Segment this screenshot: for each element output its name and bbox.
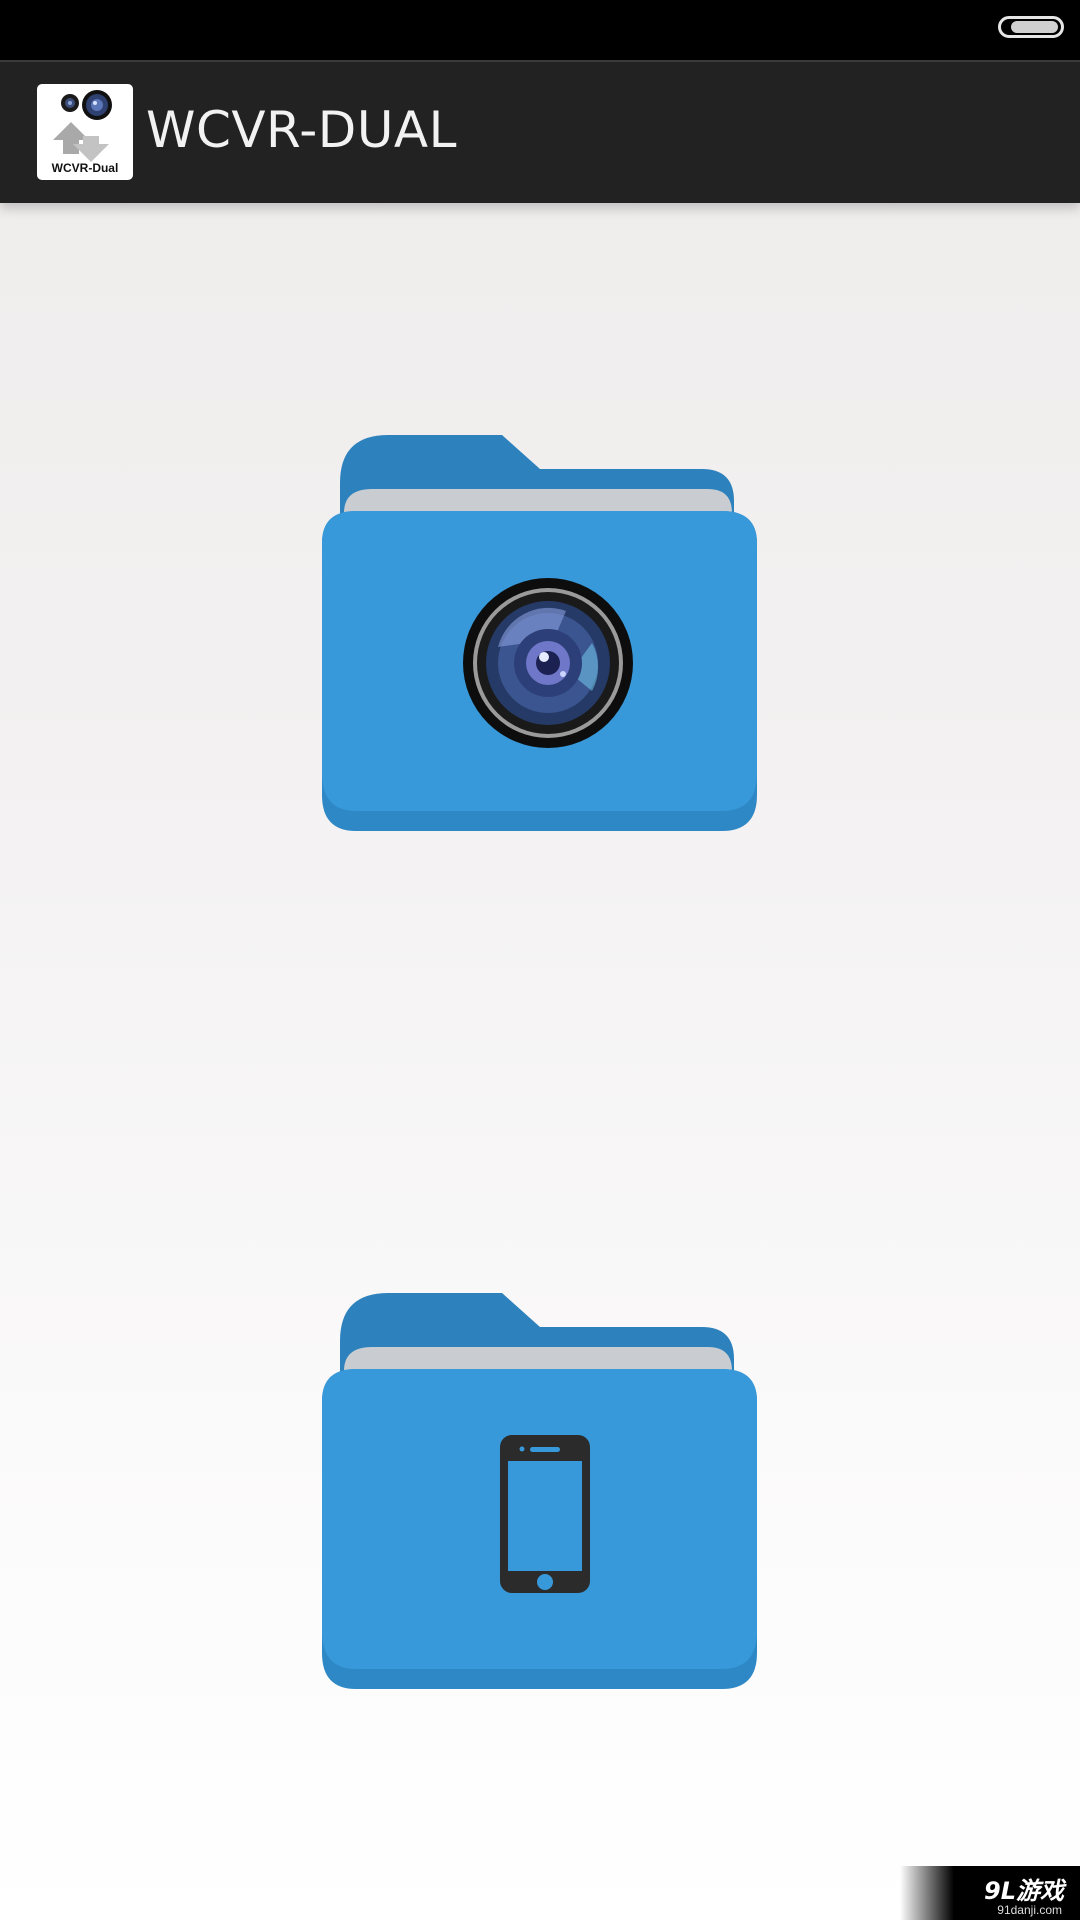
battery-icon [998, 16, 1064, 38]
smartphone-icon [500, 1435, 590, 1593]
app-icon-label: WCVR-Dual [51, 161, 119, 175]
camera-folder-button[interactable] [322, 433, 757, 833]
camera-lens-icon [463, 578, 633, 748]
action-bar: WCVR-Dual WCVR-DUAL [0, 60, 1080, 203]
watermark: 9L游戏 91danji.com [900, 1866, 1080, 1920]
watermark-logo: 9L游戏 [984, 1877, 1064, 1905]
phone-folder-button[interactable] [322, 1291, 757, 1691]
app-icon[interactable]: WCVR-Dual [37, 84, 133, 180]
watermark-url: 91danji.com [997, 1903, 1062, 1917]
status-bar [0, 0, 1080, 60]
app-title: WCVR-DUAL [146, 101, 457, 159]
